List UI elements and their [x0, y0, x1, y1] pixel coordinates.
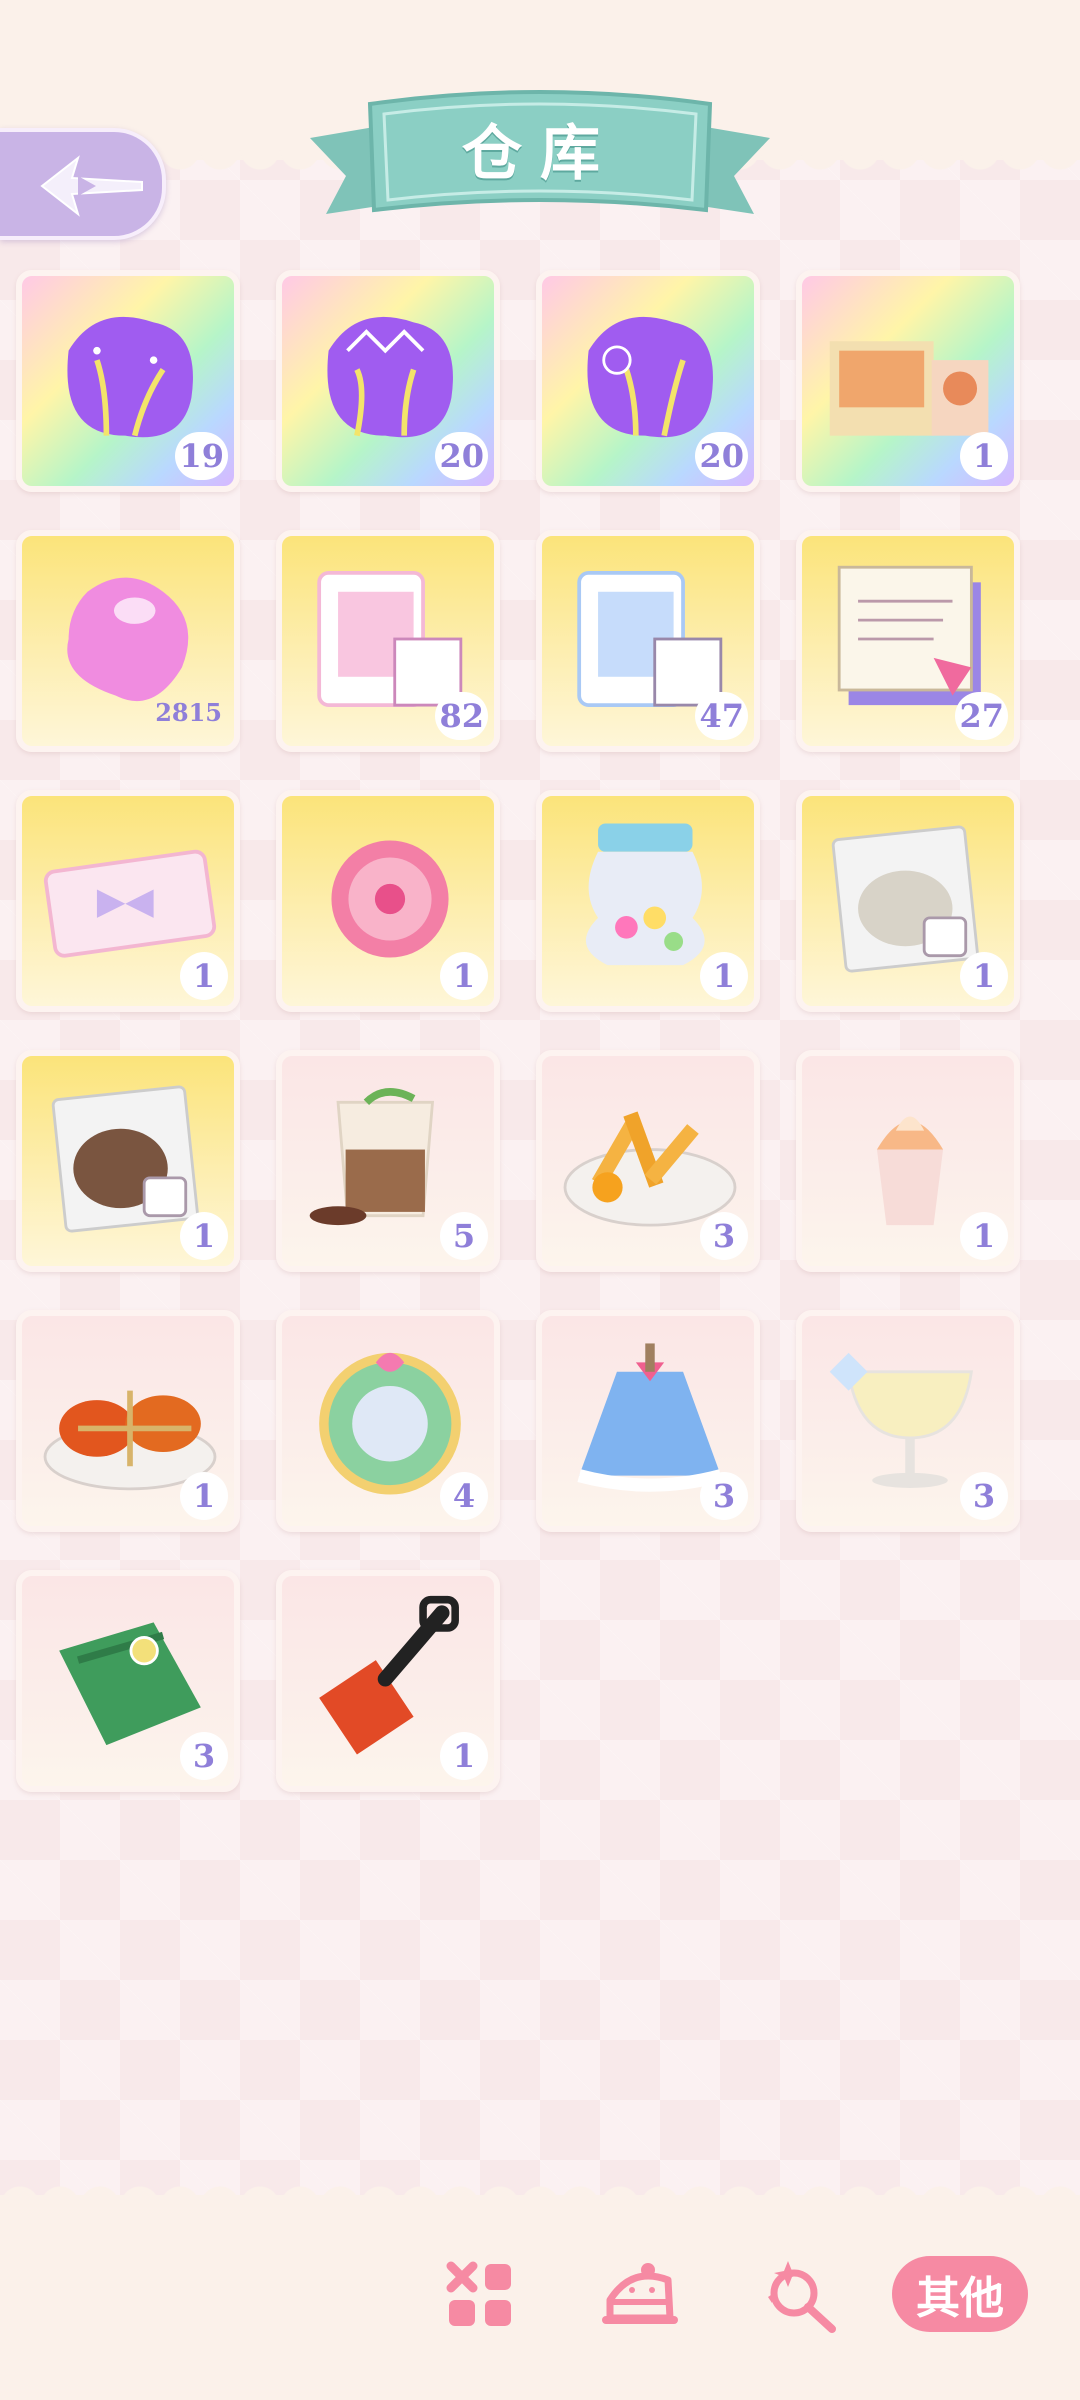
item-slot-blue-cape[interactable]: 3	[536, 1310, 760, 1532]
item-slot-recipe-scroll[interactable]: 27	[796, 530, 1020, 752]
item-slot-pink-crystal[interactable]: 2815	[16, 530, 240, 752]
item-slot-white-flour-bag[interactable]: 1	[796, 790, 1020, 1012]
item-count: 1	[960, 952, 1008, 1000]
item-count: 3	[700, 1472, 748, 1520]
item-slot-firework-light-blue[interactable]: 20	[536, 270, 760, 492]
item-count: 5	[440, 1212, 488, 1260]
nav-magic-tab[interactable]	[760, 2255, 840, 2335]
item-count: 82	[435, 692, 488, 740]
item-slot-cloud-wreath[interactable]: 4	[276, 1310, 500, 1532]
item-slot-firework-light-pink[interactable]: 19	[16, 270, 240, 492]
item-slot-cocoa-bag[interactable]: 1	[16, 1050, 240, 1272]
item-count: 20	[695, 432, 748, 480]
page-title: 仓库	[462, 118, 618, 189]
item-slot-green-scarf[interactable]: 3	[16, 1570, 240, 1792]
item-count: 3	[700, 1212, 748, 1260]
item-count: 1	[440, 952, 488, 1000]
item-slot-pink-badge[interactable]: 1	[276, 790, 500, 1012]
item-slot-red-shovel[interactable]: 1	[276, 1570, 500, 1792]
item-count: 2815	[155, 697, 222, 727]
cake-icon	[602, 2263, 678, 2324]
item-slot-cocktail-glass[interactable]: 3	[796, 1310, 1020, 1532]
item-count: 27	[955, 692, 1008, 740]
nav-grid-tab[interactable]	[440, 2255, 520, 2335]
item-count: 1	[180, 952, 228, 1000]
item-slot-crab-platter[interactable]: 1	[16, 1310, 240, 1532]
back-button[interactable]	[0, 128, 166, 240]
item-slot-firework-light-crown[interactable]: 20	[276, 270, 500, 492]
item-count: 47	[695, 692, 748, 740]
item-slot-pink-card-pack[interactable]: 82	[276, 530, 500, 752]
item-count: 20	[435, 432, 488, 480]
item-count: 3	[960, 1472, 1008, 1520]
magic-wand-icon	[768, 2261, 836, 2333]
item-count: 1	[180, 1472, 228, 1520]
item-count: 1	[960, 1212, 1008, 1260]
item-slot-candy-jar[interactable]: 1	[536, 790, 760, 1012]
nav-cake-tab[interactable]	[600, 2255, 680, 2335]
item-count: 4	[440, 1472, 488, 1520]
item-count: 19	[175, 432, 228, 480]
grid-icon	[446, 2261, 511, 2326]
item-count: 1	[960, 432, 1008, 480]
item-slot-matcha-latte-cup[interactable]: 5	[276, 1050, 500, 1272]
item-count: 1	[180, 1212, 228, 1260]
item-count: 3	[180, 1732, 228, 1780]
item-slot-orange-fries-plate[interactable]: 3	[536, 1050, 760, 1272]
item-slot-blue-card-pack[interactable]: 47	[536, 530, 760, 752]
item-count: 1	[440, 1732, 488, 1780]
item-slot-ticket[interactable]: 1	[16, 790, 240, 1012]
nav-other-tab-active[interactable]: 其他	[892, 2256, 1028, 2332]
back-arrow-icon	[40, 155, 143, 217]
item-slot-ice-cream-cup[interactable]: 1	[796, 1050, 1020, 1272]
item-slot-gift-box-set[interactable]: 1	[796, 270, 1020, 492]
item-count: 1	[700, 952, 748, 1000]
